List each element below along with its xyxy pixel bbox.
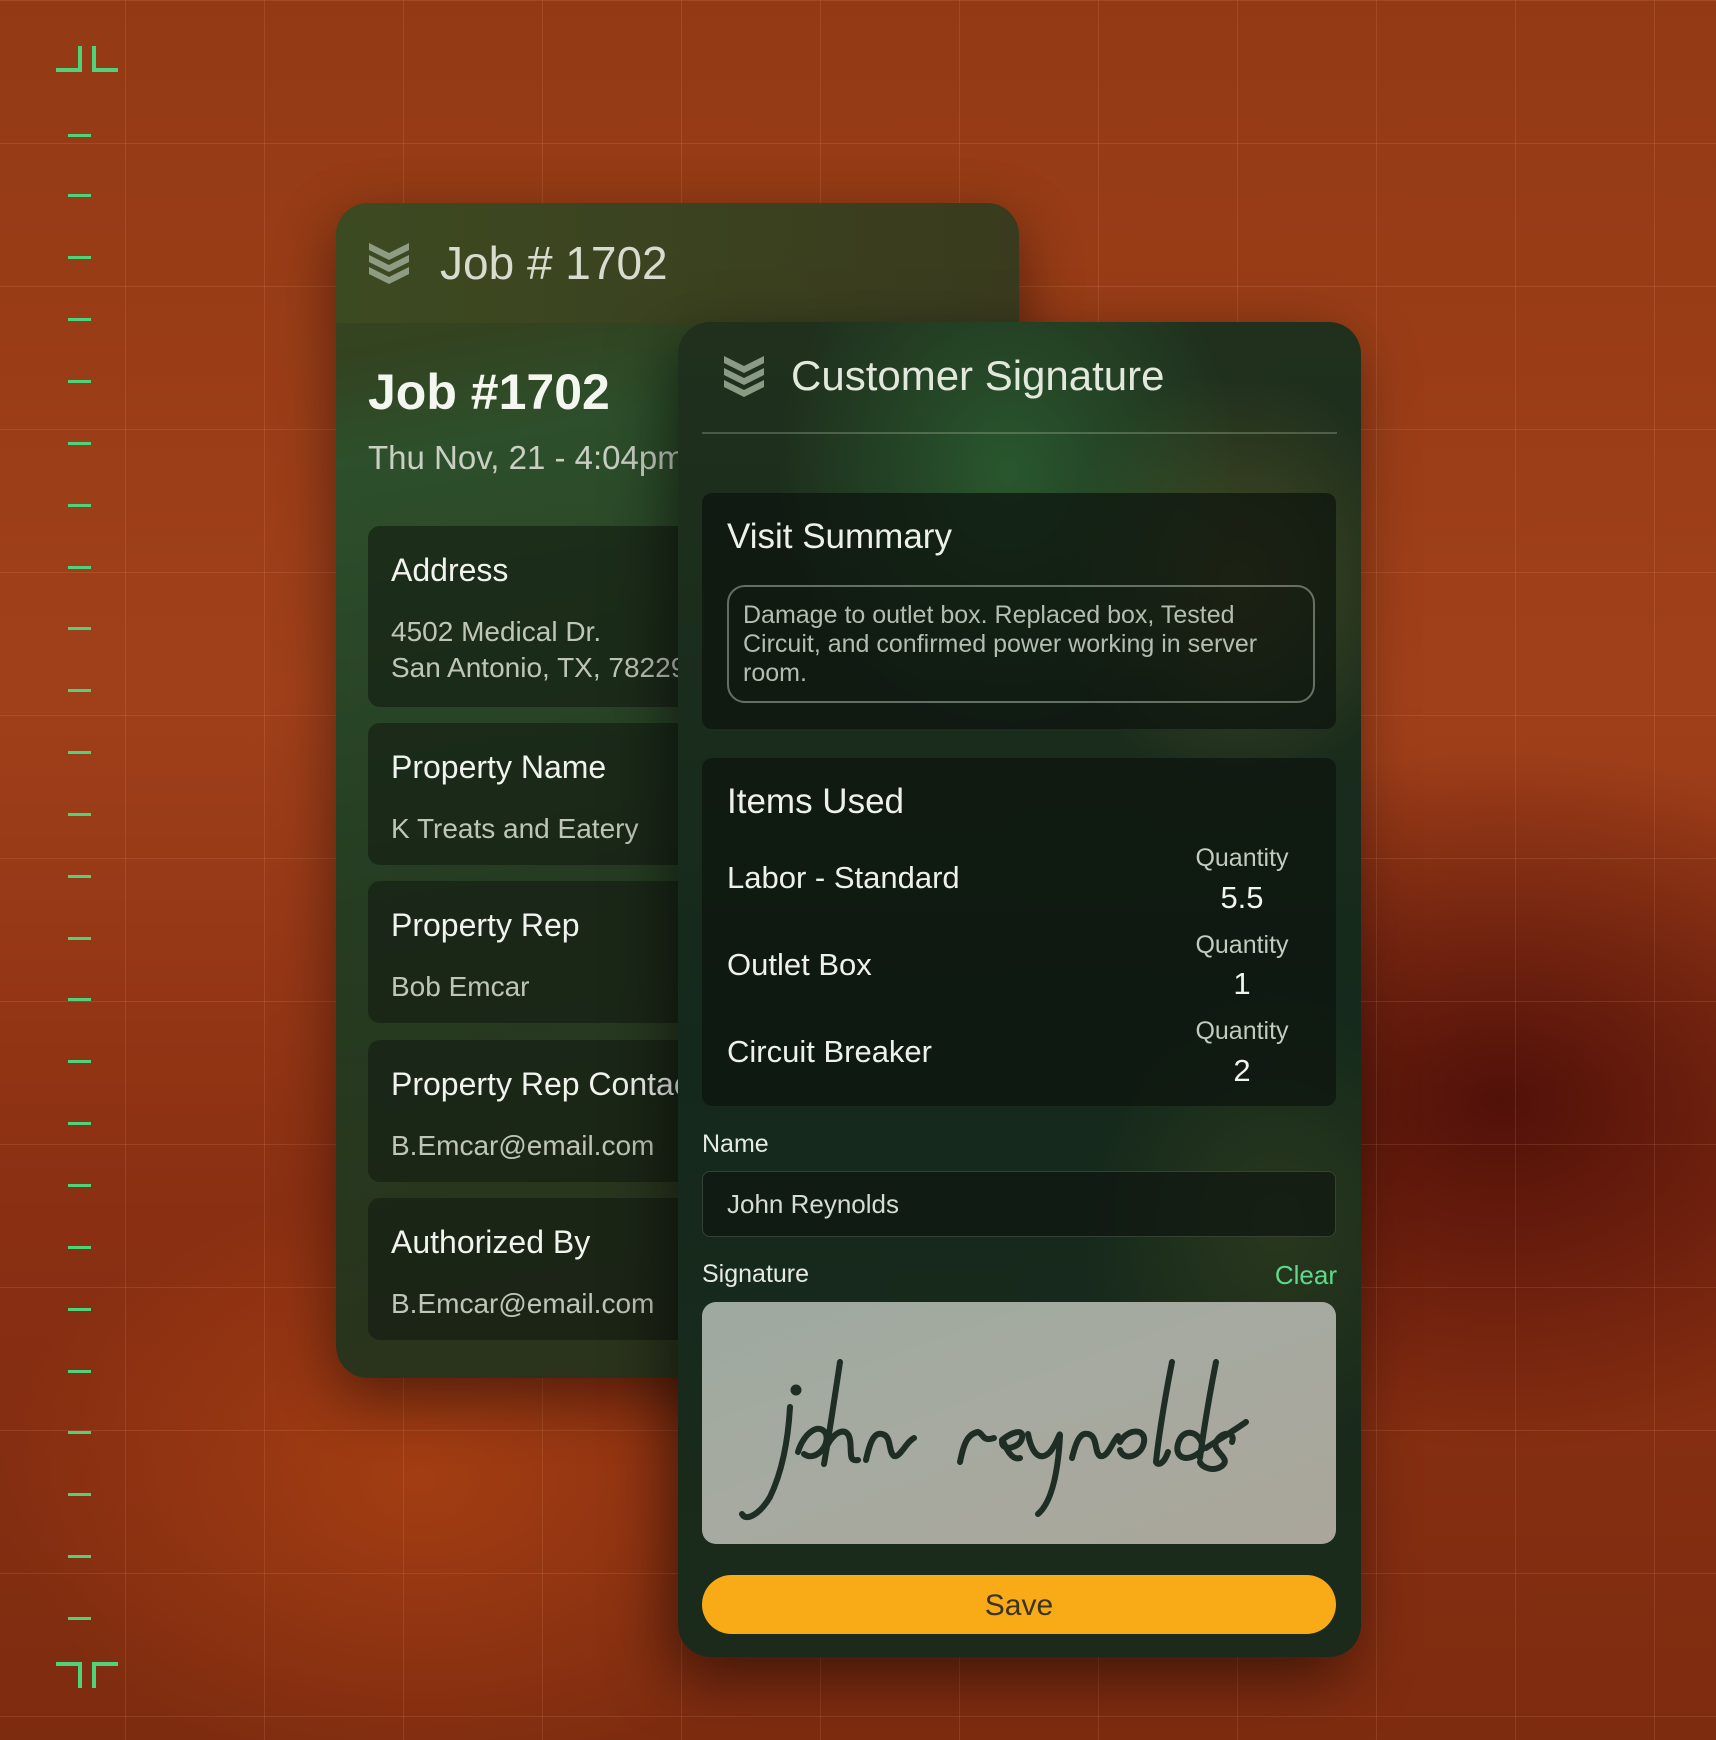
save-button[interactable]: Save bbox=[702, 1575, 1336, 1634]
customer-signature-card: Customer Signature Visit Summary Damage … bbox=[678, 322, 1361, 1657]
ruler-tick bbox=[68, 318, 91, 321]
clear-signature-link[interactable]: Clear bbox=[1275, 1260, 1337, 1291]
quantity-label: Quantity bbox=[1195, 844, 1289, 872]
corner-mark-top-left bbox=[56, 46, 82, 72]
visit-summary-title: Visit Summary bbox=[727, 517, 952, 556]
ruler-tick bbox=[68, 1184, 91, 1187]
name-input[interactable]: John Reynolds bbox=[702, 1171, 1336, 1237]
ruler-tick bbox=[68, 1308, 91, 1311]
quantity-label: Quantity bbox=[1195, 1017, 1289, 1045]
ruler-tick bbox=[68, 813, 91, 816]
quantity-value: 2 bbox=[1233, 1053, 1251, 1088]
ruler-tick bbox=[68, 751, 91, 754]
corner-mark-bottom-right bbox=[92, 1662, 118, 1688]
quantity-label: Quantity bbox=[1195, 931, 1289, 959]
property-name-label: Property Name bbox=[391, 749, 607, 785]
address-line-2: San Antonio, TX, 78229 bbox=[391, 652, 687, 683]
signature-card-header: Customer Signature bbox=[721, 352, 1165, 400]
ruler-tick bbox=[68, 194, 91, 197]
address-line-1: 4502 Medical Dr. bbox=[391, 616, 602, 647]
layers-logo-icon bbox=[366, 239, 412, 287]
ruler-tick bbox=[68, 1246, 91, 1249]
items-used-title: Items Used bbox=[727, 782, 904, 821]
property-rep-contact-label: Property Rep Contact bbox=[391, 1066, 699, 1102]
ruler-tick bbox=[68, 256, 91, 259]
address-label: Address bbox=[391, 552, 509, 588]
handwritten-signature bbox=[739, 1359, 1249, 1521]
visit-summary-panel: Visit Summary Damage to outlet box. Repl… bbox=[702, 493, 1336, 729]
corner-mark-top-right bbox=[92, 46, 118, 72]
item-name: Outlet Box bbox=[727, 947, 872, 982]
ruler-tick bbox=[68, 134, 91, 137]
ruler-tick bbox=[68, 875, 91, 878]
ruler-tick bbox=[68, 1370, 91, 1373]
ruler-tick bbox=[68, 998, 91, 1001]
ruler-tick bbox=[68, 937, 91, 940]
visit-summary-text[interactable]: Damage to outlet box. Replaced box, Test… bbox=[727, 585, 1315, 703]
ruler-tick bbox=[68, 1617, 91, 1620]
ruler-tick bbox=[68, 689, 91, 692]
items-used-panel: Items Used Labor - Standard Quantity 5.5… bbox=[702, 758, 1336, 1106]
layers-logo-icon bbox=[721, 352, 767, 400]
corner-mark-bottom-left bbox=[56, 1662, 82, 1688]
ruler-tick bbox=[68, 504, 91, 507]
ruler-tick bbox=[68, 380, 91, 383]
ruler-tick bbox=[68, 566, 91, 569]
ruler-tick bbox=[68, 1060, 91, 1063]
item-name: Circuit Breaker bbox=[727, 1034, 932, 1069]
ruler-tick bbox=[68, 1555, 91, 1558]
quantity-value: 1 bbox=[1233, 966, 1251, 1001]
property-rep-value: Bob Emcar bbox=[391, 971, 530, 1002]
ruler-tick bbox=[68, 1493, 91, 1496]
signature-card-title: Customer Signature bbox=[791, 352, 1165, 399]
job-card-header-title: Job # 1702 bbox=[440, 237, 668, 289]
item-name: Labor - Standard bbox=[727, 860, 960, 895]
property-rep-label: Property Rep bbox=[391, 907, 580, 943]
signature-pad[interactable] bbox=[702, 1302, 1336, 1544]
signature-label: Signature bbox=[702, 1260, 810, 1288]
ruler-tick bbox=[68, 442, 91, 445]
authorized-by-label: Authorized By bbox=[391, 1224, 591, 1260]
header-divider bbox=[702, 432, 1337, 434]
ruler-tick bbox=[68, 1122, 91, 1125]
ruler-tick bbox=[68, 627, 91, 630]
authorized-by-value: B.Emcar@email.com bbox=[391, 1288, 655, 1319]
property-name-value: K Treats and Eatery bbox=[391, 813, 639, 844]
ruler-tick bbox=[68, 1431, 91, 1434]
job-card-header: Job # 1702 bbox=[336, 203, 1019, 323]
name-field-label: Name bbox=[702, 1130, 769, 1158]
property-rep-contact-value: B.Emcar@email.com bbox=[391, 1130, 655, 1161]
quantity-value: 5.5 bbox=[1220, 880, 1264, 915]
vertical-ruler bbox=[0, 0, 140, 1740]
